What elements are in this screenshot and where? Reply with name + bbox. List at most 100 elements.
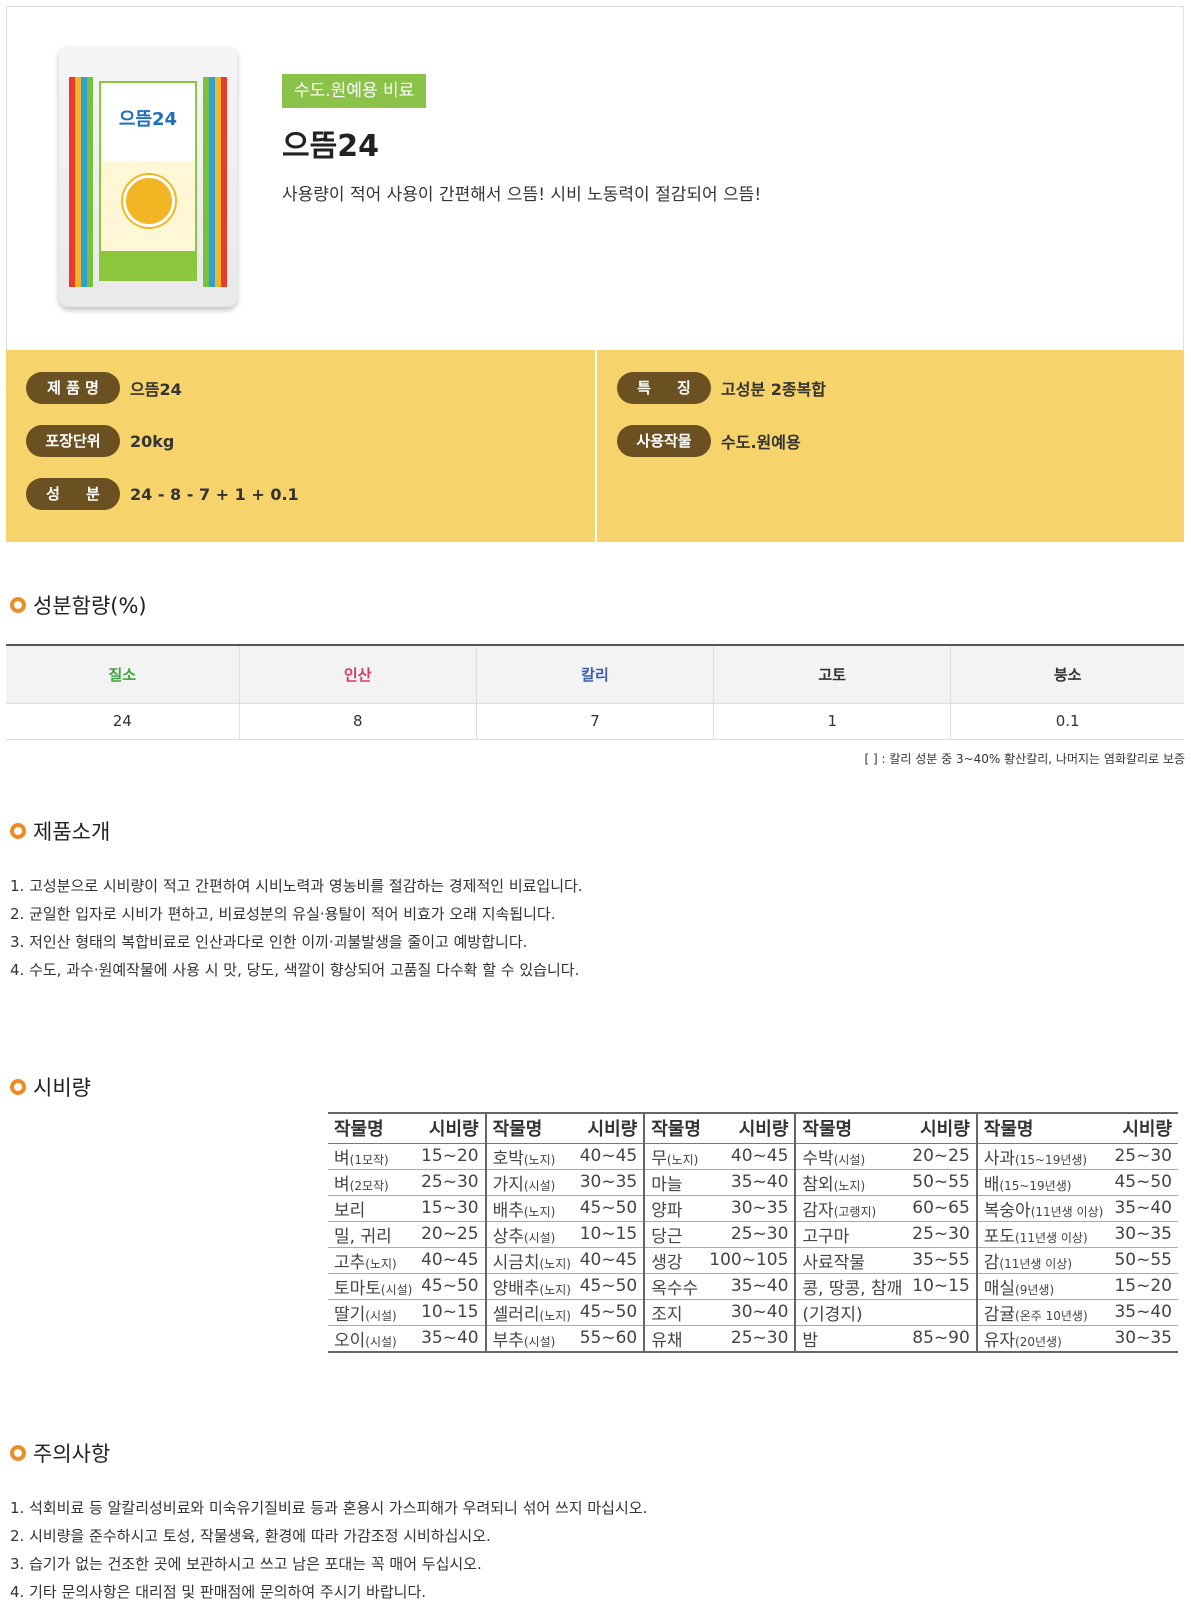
crop-name: 유채 — [651, 1330, 683, 1351]
table-row: 벼(1모작) 15~20 호박(노지) 40~45 무(노지) 40~45 수박(시설) 20… — [328, 1143, 1178, 1170]
dose-amount: 10~15 — [575, 1221, 645, 1248]
table-header: 작물명 — [975, 1113, 1111, 1144]
product-title: 으뜸24 — [282, 129, 379, 164]
table-header: 작물명 — [794, 1113, 909, 1144]
table-header: 시비량 — [575, 1113, 645, 1144]
crop-name: 당근 — [651, 1226, 683, 1247]
composition-table: 질소 인산 칼리 고토 붕소 24 8 7 1 0.1 — [6, 644, 1184, 740]
crop-note: (9년생) — [1015, 1282, 1055, 1297]
crop-note: (시설) — [365, 1308, 397, 1323]
dose-amount: 60~65 — [908, 1195, 977, 1222]
crop-name-cell: 배(15~19년생) — [975, 1169, 1111, 1196]
dose-amount: 45~50 — [575, 1195, 645, 1222]
crop-name: 양배추 — [492, 1278, 540, 1299]
dose-amount: 15~30 — [417, 1195, 486, 1222]
dose-amount: 40~45 — [417, 1247, 486, 1274]
dosage-table: 작물명 시비량 작물명 시비량 작물명 시비량 작물명 시비량 작물명 시비량 … — [328, 1112, 1178, 1353]
list-item: 1. 고성분으로 시비량이 적고 간편하여 시비노력과 영농비를 절감하는 경제… — [10, 877, 583, 895]
dose-amount: 85~90 — [908, 1325, 977, 1352]
product-description: 사용량이 적어 사용이 간편해서 으뜸! 시비 노동력이 절감되어 으뜸! — [282, 185, 762, 205]
table-row: 오이(시설) 35~40 부추(시설) 55~60 유채 25~30 밤 85~90 유자(20… — [328, 1325, 1178, 1352]
dose-amount: 40~45 — [575, 1247, 645, 1274]
bullet-circle-icon — [10, 1445, 26, 1461]
bullet-circle-icon — [10, 597, 26, 613]
section-caution-heading: 주의사항 — [10, 1438, 110, 1468]
crop-name-cell: 상추(시설) — [484, 1221, 576, 1248]
crop-name: 감귤 — [983, 1304, 1016, 1325]
crop-name: 호박 — [492, 1148, 524, 1169]
crop-name: 양파 — [651, 1200, 683, 1221]
bag-label-footer — [101, 251, 195, 279]
crop-name-cell: 셀러리(노지) — [484, 1299, 576, 1326]
bullet-circle-icon — [10, 1079, 26, 1095]
crop-name: 생강 — [651, 1252, 683, 1273]
crop-name-cell: 밤 — [794, 1325, 909, 1352]
crop-note: (20년생) — [1015, 1334, 1062, 1349]
table-row: 벼(2모작) 25~30 가지(시설) 30~35 마늘 35~40 참외(노지) 50~55… — [328, 1169, 1178, 1196]
crop-note: (2모작) — [349, 1178, 389, 1193]
bag-label: 으뜸24 — [99, 81, 197, 281]
spec-value: 24 - 8 - 7 + 1 + 0.1 — [130, 484, 299, 504]
table-header: 고토 — [713, 645, 952, 704]
crop-name-cell: 수박(시설) — [794, 1143, 909, 1170]
spec-box: 제 품 명 으뜸24 포장단위 20kg 성 분 24 - 8 - 7 + 1 … — [6, 350, 1184, 542]
crop-name-cell: 감귤(온주 10년생) — [975, 1299, 1111, 1326]
table-cell: 7 — [476, 703, 715, 740]
table-cell: 0.1 — [950, 703, 1184, 740]
crop-note: (시설) — [523, 1230, 556, 1245]
dose-amount: 25~30 — [704, 1325, 796, 1352]
crop-name-cell: 유채 — [643, 1325, 705, 1352]
crop-name: 배추 — [492, 1200, 524, 1221]
table-header: 칼리 — [476, 645, 715, 704]
crop-name: 보리 — [334, 1200, 366, 1221]
dose-amount: 45~50 — [417, 1273, 486, 1300]
crop-name-cell: 가지(시설) — [484, 1169, 576, 1196]
table-cell: 24 — [6, 703, 240, 740]
crop-name: 상추 — [492, 1226, 524, 1247]
crop-name-cell: 복숭아(11년생 이상) — [975, 1195, 1111, 1222]
dose-amount: 25~30 — [704, 1221, 796, 1248]
crop-name: 벼 — [334, 1174, 350, 1195]
crop-name: 참외 — [802, 1174, 834, 1195]
section-dosage-heading: 시비량 — [10, 1072, 91, 1102]
spec-row: 사용작물 수도.원예용 — [617, 425, 801, 457]
spec-row: 특 징 고성분 2종복합 — [617, 372, 826, 404]
table-header: 작물명 — [643, 1113, 705, 1144]
list-item: 1. 석회비료 등 알칼리성비료와 미숙유기질비료 등과 혼용시 가스피해가 우… — [10, 1499, 648, 1517]
dose-amount: 40~45 — [704, 1143, 796, 1170]
crop-name-cell: 생강 — [643, 1247, 705, 1274]
dose-amount: 30~35 — [1110, 1221, 1178, 1248]
crop-name-cell: 당근 — [643, 1221, 705, 1248]
crop-name-cell: 고추(노지) — [328, 1247, 418, 1274]
crop-note: (노지) — [523, 1152, 556, 1167]
crop-name: 매실 — [983, 1278, 1016, 1299]
crop-name-cell: 시금치(노지) — [484, 1247, 576, 1274]
table-row: 보리 15~30 배추(노지) 45~50 양파 30~35 감자(고랭지) 60~65 복숭아… — [328, 1195, 1178, 1222]
crop-note: (노지) — [833, 1178, 866, 1193]
crop-name-cell: 옥수수 — [643, 1273, 705, 1300]
section-title: 주의사항 — [33, 1442, 111, 1466]
crop-name-cell: 딸기(시설) — [328, 1299, 418, 1326]
crop-name-cell: 벼(1모작) — [328, 1143, 418, 1170]
crop-name-cell: 매실(9년생) — [975, 1273, 1111, 1300]
table-header: 시비량 — [417, 1113, 486, 1144]
crop-name-cell: 무(노지) — [643, 1143, 705, 1170]
crop-name-cell: 호박(노지) — [484, 1143, 576, 1170]
crop-note: (시설) — [523, 1334, 556, 1349]
spec-value: 수도.원예용 — [721, 433, 801, 452]
intro-list: 1. 고성분으로 시비량이 적고 간편하여 시비노력과 영농비를 절감하는 경제… — [10, 872, 583, 984]
crop-name: 유자 — [983, 1330, 1016, 1351]
dose-amount: 35~40 — [1110, 1195, 1178, 1222]
spec-row: 포장단위 20kg — [26, 425, 174, 457]
spec-value: 고성분 2종복합 — [721, 380, 827, 399]
crop-name: 조지 — [651, 1304, 683, 1325]
dose-amount: 15~20 — [417, 1143, 486, 1170]
crop-name: 감자 — [802, 1200, 834, 1221]
dose-amount: 50~55 — [908, 1169, 977, 1196]
crop-name: 벼 — [334, 1148, 350, 1169]
spec-label: 포장단위 — [26, 425, 120, 457]
list-item: 2. 균일한 입자로 시비가 편하고, 비료성분의 유실·용탈이 적어 비효가 … — [10, 905, 556, 923]
dose-amount: 10~15 — [908, 1273, 977, 1300]
composition-note: [ ] : 칼리 성분 중 3~40% 황산칼리, 나머지는 염화칼리로 보증 — [864, 752, 1185, 766]
table-header: 작물명 — [328, 1113, 418, 1144]
